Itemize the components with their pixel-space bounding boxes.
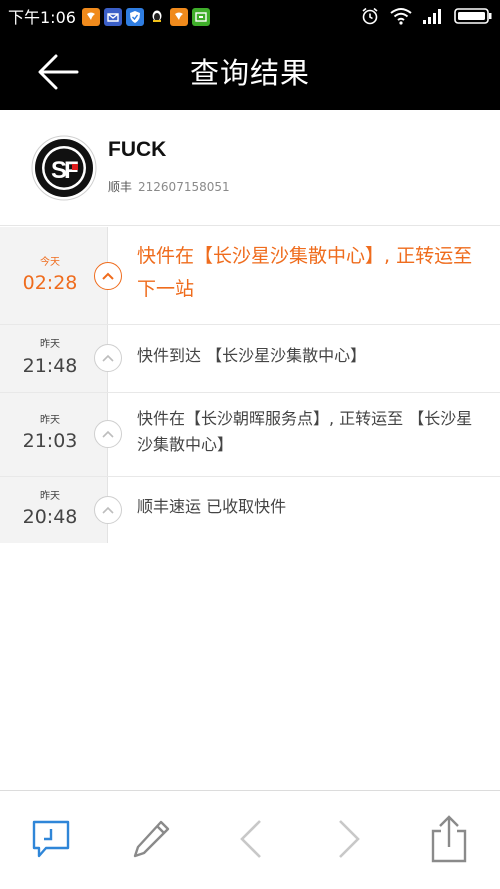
previous-icon [236,818,266,864]
timeline-event: 昨天 21:03 快件在【长沙朝晖服务点】, 正转运至 【长沙星沙集散中心】 [0,393,500,477]
next-button[interactable] [324,816,374,866]
share-icon [429,815,469,867]
wifi-icon [390,7,412,29]
timeline-node-icon [94,344,122,372]
tracking-number: 212607158051 [138,180,230,194]
next-icon [334,818,364,864]
event-time-column: 昨天 21:03 [0,393,108,476]
event-description: 快件到达 【长沙星沙集散中心】 [137,346,367,365]
bottom-toolbar [0,790,500,889]
event-day: 昨天 [40,339,60,350]
sf-express-logo: S F [31,135,97,201]
event-day: 今天 [40,257,60,268]
svg-text:F: F [64,157,79,184]
uc-browser-icon [82,8,100,26]
share-button[interactable] [424,815,474,867]
system-indicators [360,7,492,29]
signal-icon [422,8,444,28]
event-time-column: 今天 02:28 [0,227,108,324]
edit-icon [130,818,172,864]
event-day: 昨天 [40,415,60,426]
timeline-node-icon [94,262,122,290]
mail-icon [104,8,122,26]
status-time: 下午1:06 [8,8,76,27]
event-time: 02:28 [22,272,78,294]
event-time-column: 昨天 20:48 [0,477,108,543]
uc-browser-icon [170,8,188,26]
event-description: 快件在【长沙星沙集散中心】, 正转运至下一站 [137,245,473,300]
event-time: 21:03 [22,430,78,452]
event-time: 20:48 [22,506,78,528]
previous-button[interactable] [226,816,276,866]
timeline-event: 昨天 21:48 快件到达 【长沙星沙集散中心】 [0,325,500,393]
event-description: 快件在【长沙朝晖服务点】, 正转运至 【长沙星沙集散中心】 [137,409,473,454]
timeline-node-icon [94,496,122,524]
package-name: FUCK [108,138,167,161]
iqiyi-icon [192,8,210,26]
event-day: 昨天 [40,491,60,502]
qq-icon [148,8,166,26]
tracking-timeline: 今天 02:28 快件在【长沙星沙集散中心】, 正转运至下一站 昨天 21:48… [0,227,500,543]
comment-button[interactable] [26,816,76,866]
status-bar: 下午1:06 [0,0,500,36]
battery-icon [454,8,492,28]
timeline-node-icon [94,420,122,448]
carrier-card: S F FUCK 顺丰 212607158051 [0,110,500,226]
comment-icon [30,818,72,864]
event-time-column: 昨天 21:48 [0,325,108,392]
edit-button[interactable] [126,816,176,866]
notification-icons [82,8,210,28]
page-title: 查询结果 [189,56,310,90]
title-bar: 查询结果 [0,36,500,110]
event-time: 21:48 [22,355,78,377]
shield-icon [126,8,144,26]
timeline-event: 昨天 20:48 顺丰速运 已收取快件 [0,477,500,543]
alarm-icon [360,6,380,30]
carrier-company: 顺丰 [108,180,133,194]
carrier-meta: 顺丰 212607158051 [108,179,230,195]
timeline-event: 今天 02:28 快件在【长沙星沙集散中心】, 正转运至下一站 [0,227,500,325]
event-description: 顺丰速运 已收取快件 [137,497,287,516]
